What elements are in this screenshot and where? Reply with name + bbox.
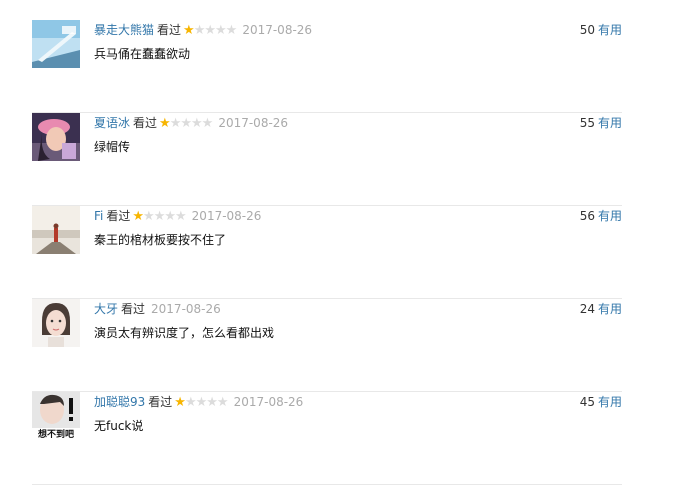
useful-vote-link[interactable]: 有用 bbox=[598, 302, 622, 316]
comment-date: 2017-08-26 bbox=[242, 23, 313, 37]
star-empty-icon: ★ bbox=[175, 209, 187, 224]
star-filled-icon: ★ bbox=[159, 116, 171, 131]
comment-item: 想不到吧 加聪聪93 看过 ★★★★★ 2017-08-26 45 有用 无fuck说 bbox=[32, 392, 622, 485]
username-link[interactable]: 大牙 bbox=[94, 302, 118, 316]
star-empty-icon: ★ bbox=[164, 209, 176, 224]
comment-date: 2017-08-26 bbox=[218, 116, 289, 130]
comment-list: 暴走大熊猫 看过 ★★★★★ 2017-08-26 50 有用 兵马俑在蠢蠢欲动 夏语冰… bbox=[0, 0, 694, 485]
star-empty-icon: ★ bbox=[216, 395, 229, 410]
avatar-meme-face-icon: 想不到吧 bbox=[32, 392, 80, 440]
star-empty-icon: ★ bbox=[215, 23, 227, 38]
comment-date: 2017-08-26 bbox=[151, 302, 221, 316]
useful-vote-link[interactable]: 有用 bbox=[598, 209, 622, 223]
comment-date: 2017-08-26 bbox=[233, 395, 304, 409]
avatar-girl-pink-hat-icon bbox=[32, 113, 80, 161]
vote-count: 55 bbox=[579, 116, 595, 130]
vote-count: 45 bbox=[579, 395, 595, 409]
star-empty-icon: ★ bbox=[201, 116, 214, 131]
useful-vote-link[interactable]: 有用 bbox=[598, 395, 622, 409]
vote-area: 45 有用 bbox=[580, 393, 622, 411]
user-avatar[interactable] bbox=[32, 20, 80, 68]
username-link[interactable]: 夏语冰 bbox=[94, 116, 130, 130]
star-empty-icon: ★ bbox=[193, 23, 206, 38]
vote-area: 56 有用 bbox=[580, 207, 622, 225]
comment-text: 兵马俑在蠢蠢欲动 bbox=[94, 47, 191, 61]
comment-item: 夏语冰 看过 ★★★★★ 2017-08-26 55 有用 绿帽传 bbox=[32, 113, 622, 206]
star-empty-icon: ★ bbox=[206, 395, 218, 410]
star-empty-icon: ★ bbox=[153, 209, 166, 224]
comment-meta: 夏语冰 看过 ★★★★★ 2017-08-26 bbox=[94, 114, 288, 132]
rating-stars: ★★★★★ bbox=[183, 22, 238, 40]
vote-count: 56 bbox=[579, 209, 595, 223]
rating-stars: ★★★★★ bbox=[132, 208, 187, 226]
username-link[interactable]: 暴走大熊猫 bbox=[94, 23, 154, 37]
avatar-figure-on-rock-sea-icon bbox=[32, 206, 80, 254]
comment-meta: 加聪聪93 看过 ★★★★★ 2017-08-26 bbox=[94, 393, 303, 411]
star-filled-icon: ★ bbox=[183, 23, 195, 38]
vote-count: 24 bbox=[579, 302, 595, 316]
watch-status: 看过 bbox=[148, 395, 173, 409]
comment-text: 绿帽传 bbox=[94, 140, 131, 154]
avatar-stairs-sky-icon bbox=[32, 20, 80, 68]
vote-area: 55 有用 bbox=[580, 114, 622, 132]
watch-status: 看过 bbox=[121, 302, 146, 316]
watch-status: 看过 bbox=[106, 209, 131, 223]
comment-item: Fi 看过 ★★★★★ 2017-08-26 56 有用 秦王的棺材板要按不住了 bbox=[32, 206, 622, 299]
comment-meta: Fi 看过 ★★★★★ 2017-08-26 bbox=[94, 207, 261, 225]
vote-area: 50 有用 bbox=[580, 21, 622, 39]
comment-meta: 暴走大熊猫 看过 ★★★★★ 2017-08-26 bbox=[94, 21, 312, 39]
star-empty-icon: ★ bbox=[143, 209, 155, 224]
user-avatar[interactable] bbox=[32, 206, 80, 254]
watch-status: 看过 bbox=[157, 23, 182, 37]
username-link[interactable]: Fi bbox=[94, 209, 103, 223]
comment-date: 2017-08-26 bbox=[191, 209, 262, 223]
comment-meta: 大牙 看过 2017-08-26 bbox=[94, 300, 221, 318]
star-empty-icon: ★ bbox=[169, 116, 182, 131]
star-empty-icon: ★ bbox=[204, 23, 216, 38]
comment-item: 大牙 看过 2017-08-26 24 有用 演员太有辨识度了，怎么看都出戏 bbox=[32, 299, 622, 392]
comment-text: 演员太有辨识度了，怎么看都出戏 bbox=[94, 326, 275, 340]
star-empty-icon: ★ bbox=[195, 395, 208, 410]
star-filled-icon: ★ bbox=[132, 209, 144, 224]
vote-area: 24 有用 bbox=[580, 300, 622, 318]
comment-item: 暴走大熊猫 看过 ★★★★★ 2017-08-26 50 有用 兵马俑在蠢蠢欲动 bbox=[32, 20, 622, 113]
avatar-caption: 想不到吧 bbox=[37, 428, 74, 440]
comment-text: 无fuck说 bbox=[94, 419, 144, 433]
star-empty-icon: ★ bbox=[191, 116, 203, 131]
comment-text: 秦王的棺材板要按不住了 bbox=[94, 233, 227, 247]
username-link[interactable]: 加聪聪93 bbox=[94, 395, 145, 409]
user-avatar[interactable] bbox=[32, 299, 80, 347]
rating-stars: ★★★★★ bbox=[159, 115, 214, 133]
user-avatar[interactable]: 想不到吧 bbox=[32, 392, 80, 440]
useful-vote-link[interactable]: 有用 bbox=[598, 23, 622, 37]
star-empty-icon: ★ bbox=[225, 23, 238, 38]
star-empty-icon: ★ bbox=[184, 395, 197, 410]
user-avatar[interactable] bbox=[32, 113, 80, 161]
vote-count: 50 bbox=[579, 23, 595, 37]
rating-stars: ★★★★★ bbox=[174, 394, 229, 412]
watch-status: 看过 bbox=[133, 116, 158, 130]
avatar-girl-portrait-icon bbox=[32, 299, 80, 347]
star-filled-icon: ★ bbox=[174, 395, 186, 410]
star-empty-icon: ★ bbox=[180, 116, 192, 131]
useful-vote-link[interactable]: 有用 bbox=[598, 116, 622, 130]
